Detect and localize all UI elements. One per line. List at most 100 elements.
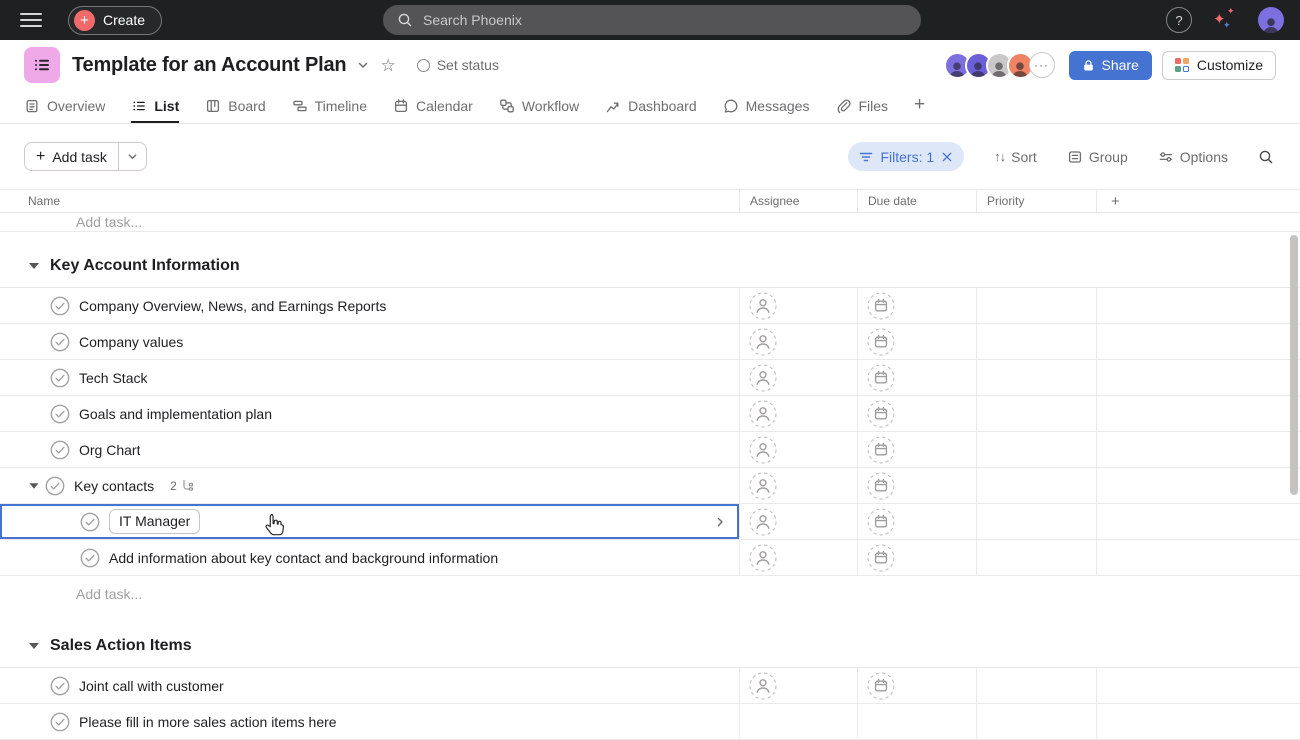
priority-cell[interactable] — [977, 360, 1097, 395]
due-date-cell[interactable] — [858, 468, 977, 503]
task-name[interactable]: Company values — [79, 334, 183, 350]
tab-timeline[interactable]: Timeline — [292, 98, 367, 123]
assignee-cell[interactable] — [740, 668, 858, 703]
assignee-cell[interactable] — [740, 540, 858, 575]
assignee-cell[interactable] — [740, 288, 858, 323]
task-name[interactable]: Org Chart — [79, 442, 140, 458]
add-view-button[interactable]: + — [914, 94, 925, 123]
collapse-triangle-icon[interactable] — [29, 643, 39, 649]
assignee-cell[interactable] — [740, 504, 858, 539]
priority-cell[interactable] — [977, 288, 1097, 323]
table-row[interactable]: Please fill in more sales action items h… — [0, 704, 1300, 740]
task-name[interactable]: Joint call with customer — [79, 678, 224, 694]
add-task-button[interactable]: + Add task — [24, 142, 147, 171]
options-button[interactable]: Options — [1158, 149, 1228, 165]
hamburger-menu-icon[interactable] — [20, 13, 42, 27]
table-row[interactable]: Company values — [0, 324, 1300, 360]
due-date-cell[interactable] — [858, 360, 977, 395]
tab-list[interactable]: List — [131, 98, 179, 123]
open-details-chevron-icon[interactable] — [714, 516, 726, 528]
complete-check-icon[interactable] — [80, 548, 100, 568]
section-title[interactable]: Sales Action Items — [50, 637, 192, 655]
tab-overview[interactable]: Overview — [24, 98, 105, 123]
scrollbar-thumb[interactable] — [1290, 235, 1298, 495]
complete-check-icon[interactable] — [50, 332, 70, 352]
assignee-cell[interactable] — [740, 468, 858, 503]
add-column-button[interactable]: + — [1097, 190, 1300, 212]
due-date-cell[interactable] — [858, 432, 977, 467]
due-date-cell[interactable] — [858, 504, 977, 539]
due-date-cell[interactable] — [858, 540, 977, 575]
priority-cell[interactable] — [977, 324, 1097, 359]
due-date-cell[interactable] — [858, 704, 977, 739]
section-title[interactable]: Key Account Information — [50, 257, 240, 275]
tab-messages[interactable]: Messages — [723, 98, 810, 123]
table-row[interactable]: Key contacts 2 — [0, 468, 1300, 504]
complete-check-icon[interactable] — [50, 676, 70, 696]
global-search-bar[interactable] — [383, 5, 921, 35]
assignee-cell[interactable] — [740, 432, 858, 467]
sort-button[interactable]: ↑↓ Sort — [994, 149, 1037, 165]
add-task-row[interactable]: Add task... — [0, 576, 1300, 612]
tab-files[interactable]: Files — [835, 98, 888, 123]
complete-check-icon[interactable] — [50, 296, 70, 316]
task-name[interactable]: Company Overview, News, and Earnings Rep… — [79, 298, 386, 314]
search-tasks-button[interactable] — [1258, 149, 1274, 165]
complete-check-icon[interactable] — [50, 440, 70, 460]
expand-triangle-icon[interactable] — [30, 483, 39, 488]
assignee-cell[interactable] — [740, 324, 858, 359]
priority-cell[interactable] — [977, 396, 1097, 431]
due-date-cell[interactable] — [858, 396, 977, 431]
table-row[interactable]: Tech Stack — [0, 360, 1300, 396]
table-row[interactable]: Joint call with customer — [0, 668, 1300, 704]
complete-check-icon[interactable] — [50, 712, 70, 732]
column-header-assignee[interactable]: Assignee — [740, 190, 858, 212]
due-date-cell[interactable] — [858, 324, 977, 359]
more-members-button[interactable]: ··· — [1029, 52, 1055, 78]
priority-cell[interactable] — [977, 432, 1097, 467]
tab-dashboard[interactable]: Dashboard — [605, 98, 697, 123]
member-avatars[interactable]: ··· — [944, 52, 1055, 79]
favorite-star-icon[interactable]: ☆ — [380, 57, 395, 74]
task-name[interactable]: Add information about key contact and ba… — [109, 550, 498, 566]
due-date-cell[interactable] — [858, 668, 977, 703]
complete-check-icon[interactable] — [80, 512, 100, 532]
collapse-triangle-icon[interactable] — [29, 263, 39, 269]
set-status-button[interactable]: Set status — [417, 57, 499, 73]
task-name[interactable]: Please fill in more sales action items h… — [79, 714, 337, 730]
assignee-cell[interactable] — [740, 396, 858, 431]
assignee-cell[interactable] — [740, 704, 858, 739]
create-button[interactable]: + Create — [68, 6, 162, 35]
user-avatar[interactable] — [1258, 7, 1284, 33]
tab-board[interactable]: Board — [205, 98, 265, 123]
add-task-dropdown[interactable] — [118, 143, 146, 170]
search-input[interactable] — [421, 11, 907, 29]
share-button[interactable]: Share — [1069, 51, 1152, 80]
priority-cell[interactable] — [977, 704, 1097, 739]
priority-cell[interactable] — [977, 504, 1097, 539]
complete-check-icon[interactable] — [50, 368, 70, 388]
priority-cell[interactable] — [977, 668, 1097, 703]
add-task-row[interactable]: Add task... — [0, 213, 1300, 232]
column-header-priority[interactable]: Priority — [977, 190, 1097, 212]
tab-calendar[interactable]: Calendar — [393, 98, 473, 123]
customize-button[interactable]: Customize — [1162, 51, 1276, 80]
task-name[interactable]: Key contacts — [74, 478, 154, 494]
close-icon[interactable] — [941, 151, 953, 163]
help-button[interactable]: ? — [1166, 7, 1192, 33]
column-header-due-date[interactable]: Due date — [858, 190, 977, 212]
due-date-cell[interactable] — [858, 288, 977, 323]
complete-check-icon[interactable] — [50, 404, 70, 424]
tab-workflow[interactable]: Workflow — [499, 98, 579, 123]
task-name[interactable]: Goals and implementation plan — [79, 406, 272, 422]
table-row-selected[interactable]: IT Manager — [0, 504, 1300, 540]
table-row[interactable]: Goals and implementation plan — [0, 396, 1300, 432]
complete-check-icon[interactable] — [45, 476, 65, 496]
task-name[interactable]: Tech Stack — [79, 370, 147, 386]
group-button[interactable]: Group — [1067, 149, 1128, 165]
ai-sparkles-icon[interactable]: ✦ ✦ ✦ — [1212, 7, 1238, 33]
assignee-cell[interactable] — [740, 360, 858, 395]
chevron-down-icon[interactable] — [355, 57, 371, 73]
project-icon[interactable] — [24, 47, 60, 83]
priority-cell[interactable] — [977, 468, 1097, 503]
